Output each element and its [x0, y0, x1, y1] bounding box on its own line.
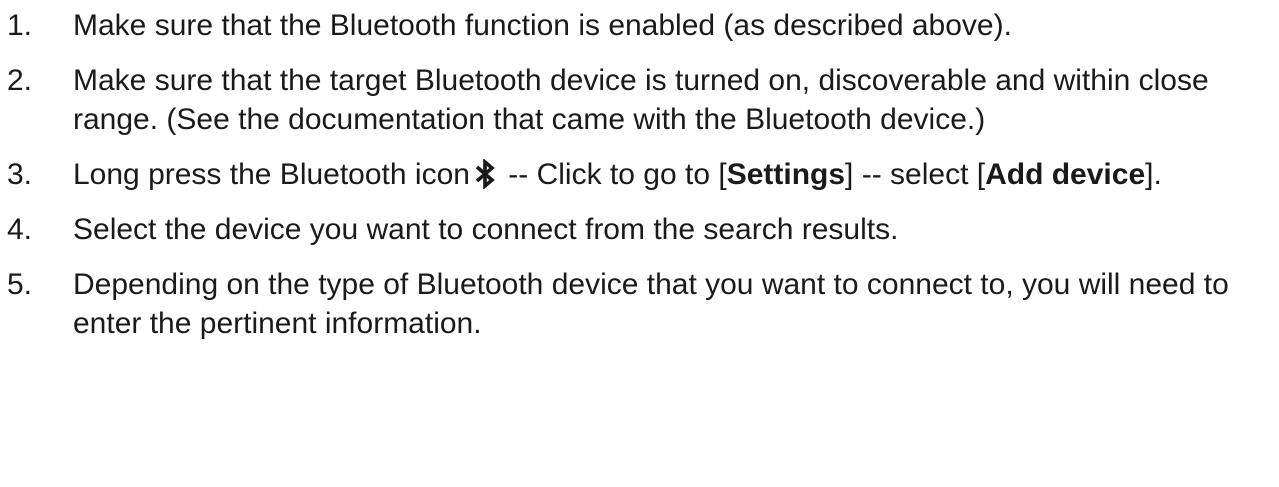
- step-number: 5.: [7, 268, 33, 301]
- step-number: 4.: [7, 213, 33, 246]
- bluetooth-icon: [475, 159, 495, 189]
- step-text: Select the device you want to connect fr…: [73, 213, 899, 246]
- list-item: 4. Select the device you want to connect…: [0, 210, 1279, 249]
- step-text: Long press the Bluetooth icon -- Click t…: [73, 158, 1162, 191]
- step-text-part: Long press the Bluetooth icon: [73, 158, 470, 191]
- step-text-part: ] -- select [: [845, 158, 986, 191]
- settings-label: Settings: [726, 158, 846, 191]
- list-item: 1. Make sure that the Bluetooth function…: [0, 6, 1279, 45]
- step-text: Make sure that the Bluetooth function is…: [73, 9, 1012, 42]
- step-text: Depending on the type of Bluetooth devic…: [73, 268, 1229, 340]
- list-item: 2. Make sure that the target Bluetooth d…: [0, 61, 1279, 139]
- step-number: 3.: [7, 158, 33, 191]
- step-text-part: -- Click to go to [: [499, 158, 727, 191]
- step-number: 2.: [7, 64, 33, 97]
- step-text: Make sure that the target Bluetooth devi…: [73, 64, 1209, 136]
- list-item: 5. Depending on the type of Bluetooth de…: [0, 265, 1279, 343]
- list-item: 3. Long press the Bluetooth icon -- Clic…: [0, 155, 1279, 194]
- step-text-part: ].: [1145, 158, 1162, 191]
- step-number: 1.: [7, 9, 33, 42]
- instruction-list: 1. Make sure that the Bluetooth function…: [0, 6, 1279, 359]
- add-device-label: Add device: [985, 158, 1146, 191]
